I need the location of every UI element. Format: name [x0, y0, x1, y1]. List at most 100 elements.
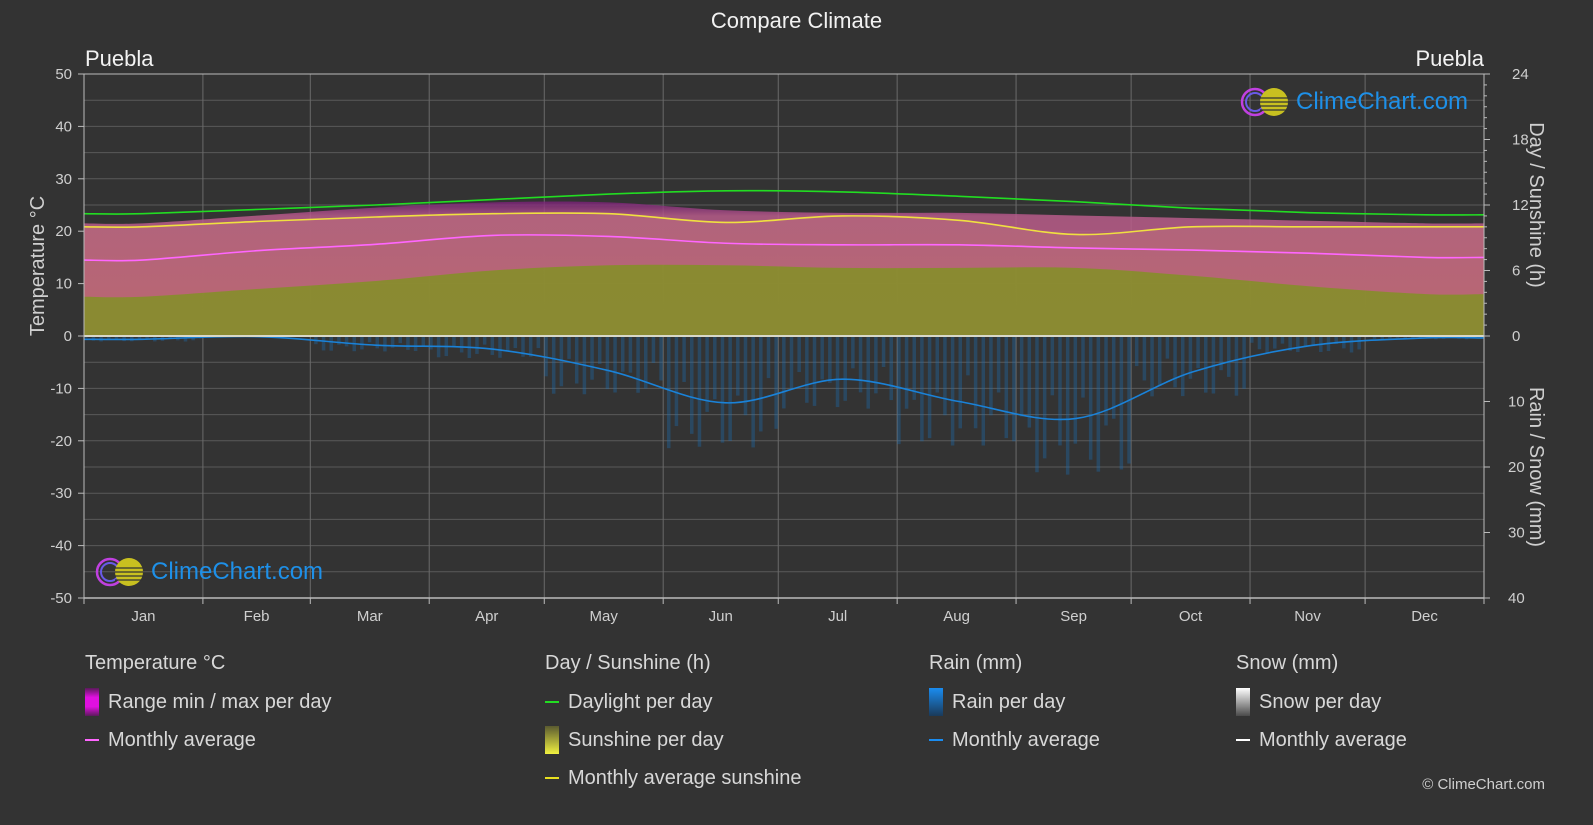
legend-item-snow-avg[interactable]: Monthly average	[1236, 728, 1407, 752]
copyright[interactable]: © ClimeChart.com	[1422, 776, 1545, 793]
rain-bar	[927, 336, 932, 439]
left-tick-label: -50	[50, 590, 72, 607]
rain-bar	[1180, 336, 1185, 397]
legend-item-snow[interactable]: Snow per day	[1236, 688, 1407, 716]
rain-bar	[659, 336, 663, 381]
rain-bar	[690, 336, 694, 434]
rain-bar	[628, 336, 633, 373]
rain-bar	[544, 336, 548, 377]
rain-bar	[1296, 336, 1300, 353]
rain-bar	[858, 336, 863, 393]
left-tick-label: 0	[64, 328, 72, 345]
rain-bar	[344, 336, 349, 347]
legend-item-rain[interactable]: Rain per day	[929, 688, 1100, 716]
right-tick-label: 0	[1512, 328, 1520, 345]
rain-bar	[329, 336, 333, 351]
rain-bar	[1019, 336, 1024, 417]
rain-bar	[1004, 336, 1009, 439]
rain-bar	[697, 336, 702, 447]
rain-bar	[1273, 336, 1277, 349]
rain-bar	[413, 336, 418, 352]
rain-bar	[459, 336, 464, 353]
rain-bar	[383, 336, 387, 352]
rain-bar	[1096, 336, 1101, 472]
rain-bar	[789, 336, 794, 390]
logo-bottom[interactable]: ClimeChart.com	[93, 556, 323, 588]
month-label: Jan	[131, 608, 155, 625]
legend-label: Snow per day	[1259, 690, 1382, 713]
rain-bar	[605, 336, 610, 390]
rain-bar	[851, 336, 855, 369]
right-tick-label: 30	[1508, 525, 1525, 542]
climechart-logo-icon	[95, 557, 143, 587]
rain-bar	[421, 336, 426, 346]
left-tick-label: -30	[50, 485, 72, 502]
rain-bar	[805, 336, 809, 403]
snow-swatch	[1236, 688, 1250, 716]
month-label: Dec	[1411, 608, 1438, 625]
legend-item-temp-range[interactable]: Range min / max per day	[85, 688, 331, 716]
legend-item-temp-avg[interactable]: Monthly average	[85, 728, 331, 752]
rain-bar	[866, 336, 870, 409]
rain-bar	[498, 336, 502, 358]
rain-bar	[513, 336, 518, 349]
rain-bar	[828, 336, 832, 383]
rain-bar	[674, 336, 679, 427]
rain-bar	[574, 336, 579, 384]
rain-bar	[720, 336, 725, 443]
rain-bar	[843, 336, 847, 401]
rain-bar	[874, 336, 878, 394]
rain-bar	[943, 336, 947, 416]
legend-heading: Snow (mm)	[1236, 652, 1339, 674]
month-label: Jun	[709, 608, 733, 625]
climechart-logo-icon	[1240, 87, 1288, 117]
left-tick-label: 30	[55, 171, 72, 188]
rain-bar	[935, 336, 940, 393]
rain-bar	[835, 336, 840, 408]
legend-label: Rain per day	[952, 690, 1066, 713]
legend-item-sunshine-avg[interactable]: Monthly average sunshine	[545, 766, 801, 790]
rain-bar	[1234, 336, 1239, 396]
rain-bar	[597, 336, 602, 364]
rain-bar	[490, 336, 495, 355]
rain-bar	[375, 336, 380, 349]
axes: 50403020100-10-20-30-40-5024181260102030…	[27, 66, 1547, 625]
rain-bar	[1035, 336, 1039, 473]
rain-bar	[1265, 336, 1269, 353]
rain-bar	[743, 336, 748, 416]
rain-bar	[1027, 336, 1032, 428]
legend-label: Monthly average	[108, 728, 256, 751]
rain-bar	[1357, 336, 1361, 350]
left-tick-label: 40	[55, 118, 72, 135]
rain-bar	[1058, 336, 1062, 446]
rain-bar	[950, 336, 955, 446]
month-label: May	[590, 608, 619, 625]
rain-bar	[667, 336, 671, 449]
rain-bar	[1303, 336, 1308, 347]
legend-rain: Rain (mm) Rain per day Monthly average	[929, 652, 1100, 766]
daylight-swatch	[545, 701, 559, 703]
rain-bar	[1042, 336, 1047, 459]
rain-bar	[1196, 336, 1200, 369]
rain-bar	[429, 336, 433, 350]
rain-bar	[1349, 336, 1354, 353]
legend-item-sunshine[interactable]: Sunshine per day	[545, 726, 801, 754]
legend-label: Sunshine per day	[568, 728, 724, 751]
rain-bar	[897, 336, 901, 445]
rain-bar	[1157, 336, 1162, 387]
rain-bar	[973, 336, 978, 429]
rain-bar	[989, 336, 993, 416]
temp-avg-swatch	[85, 739, 99, 741]
month-label: Oct	[1179, 608, 1203, 625]
rain-bar	[406, 336, 410, 350]
rain-bar	[966, 336, 970, 376]
logo-top[interactable]: ClimeChart.com	[1238, 86, 1468, 118]
right-tick-label: 10	[1508, 394, 1525, 411]
legend-item-rain-avg[interactable]: Monthly average	[929, 728, 1100, 752]
right-tick-label: 6	[1512, 263, 1520, 280]
legend-heading: Temperature °C	[85, 652, 226, 674]
rain-bar	[1242, 336, 1246, 389]
logo-text: ClimeChart.com	[151, 558, 324, 585]
legend-item-daylight[interactable]: Daylight per day	[545, 690, 801, 714]
rain-bar	[1257, 336, 1262, 350]
